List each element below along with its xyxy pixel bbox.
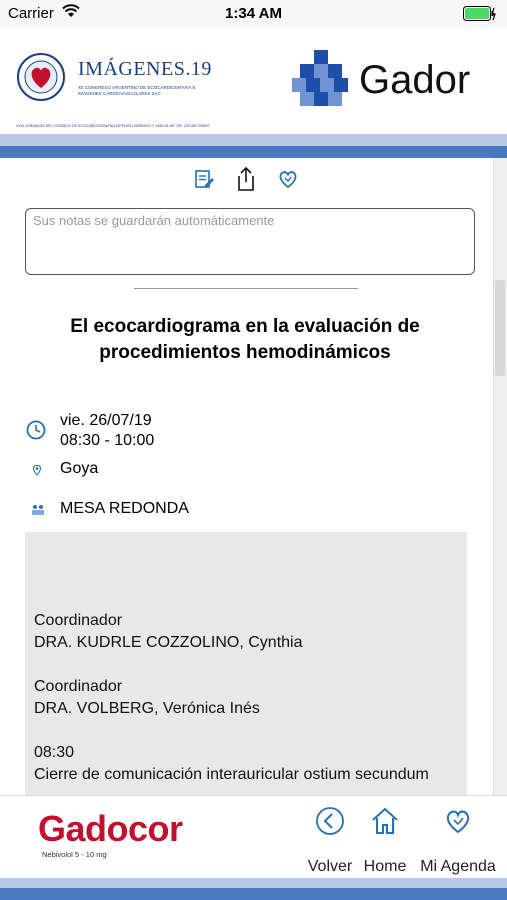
gador-logo: Gador: [292, 50, 492, 110]
detail-block: 08:30 Cierre de comunicación interauricu…: [34, 742, 458, 786]
detail-block: Coordinador DRA. KUDRLE COZZOLINO, Cynth…: [34, 610, 458, 654]
back-button[interactable]: Volver: [304, 806, 356, 876]
detail-role: Coordinador: [34, 678, 123, 695]
notes-placeholder: Sus notas se guardarán automáticamente: [33, 213, 275, 228]
agenda-button[interactable]: Mi Agenda: [416, 806, 500, 876]
congress-logo: IMÁGENES.19 XII CONGRESO ARGENTINO DE EC…: [16, 52, 216, 128]
notes-textarea[interactable]: Sus notas se guardarán automáticamente: [25, 208, 475, 275]
location-pin-icon: [32, 463, 42, 481]
header-band-light: [0, 134, 507, 146]
people-icon: [31, 503, 45, 521]
home-button[interactable]: Home: [360, 806, 410, 876]
status-bar: Carrier 1:34 AM: [0, 0, 507, 28]
event-type-label: MESA REDONDA: [60, 500, 189, 517]
footer-band-dark: [0, 888, 507, 900]
scrollbar-thumb[interactable]: [495, 280, 505, 376]
congress-seal-icon: [17, 53, 65, 101]
battery-icon: [463, 6, 497, 22]
event-title: El ecocardiograma en la evaluación de pr…: [70, 316, 420, 363]
gador-brand: Gador: [359, 58, 471, 102]
event-detail-content[interactable]: Sus notas se guardarán automáticamente E…: [0, 158, 507, 795]
back-chevron-icon: [315, 806, 345, 841]
event-toolbar: [193, 166, 303, 197]
congress-title: IMÁGENES.19: [78, 58, 212, 80]
gadocor-subtitle: Nebivolol 5 - 10 mg: [42, 850, 107, 859]
favorite-heart-icon[interactable]: [277, 168, 299, 195]
home-label: Home: [363, 858, 407, 875]
clock-icon: [26, 420, 46, 445]
app-header: IMÁGENES.19 XII CONGRESO ARGENTINO DE EC…: [0, 28, 507, 134]
agenda-label: Mi Agenda: [420, 858, 496, 875]
content-scrollbar[interactable]: [493, 158, 507, 795]
detail-name: DRA. KUDRLE COZZOLINO, Cynthia: [34, 634, 303, 651]
congress-tagline: XXVI JORNADAS DEL CONSEJO DE ECOCARDIOGR…: [16, 124, 211, 128]
detail-role: 08:30: [34, 744, 75, 761]
header-band-dark: [0, 146, 507, 158]
event-time: 08:30 - 10:00: [60, 432, 155, 449]
event-date: vie. 26/07/19: [60, 412, 152, 429]
detail-name: Cierre de comunicación interauricular os…: [34, 766, 429, 783]
clock-label: 1:34 AM: [225, 5, 282, 22]
event-description: Coordinador DRA. KUDRLE COZZOLINO, Cynth…: [25, 532, 467, 795]
detail-block: Coordinador DRA. VOLBERG, Verónica Inés: [34, 676, 458, 720]
footer-band-light: [0, 878, 507, 888]
detail-role: Coordinador: [34, 612, 123, 629]
agenda-heart-icon: [443, 806, 473, 841]
detail-name: DRA. VOLBERG, Verónica Inés: [34, 700, 260, 717]
share-icon[interactable]: [235, 166, 257, 197]
back-label: Volver: [307, 858, 353, 875]
gador-cross-icon: [292, 50, 348, 106]
gadocor-logo: Gadocor: [38, 808, 183, 849]
congress-subtitle: XII CONGRESO ARGENTINO DE ECOCARDIOGRAFÍ…: [78, 85, 196, 96]
home-icon: [370, 806, 400, 841]
edit-icon[interactable]: [193, 168, 215, 195]
section-divider: [134, 288, 358, 289]
event-room-name: Goya: [60, 460, 99, 477]
